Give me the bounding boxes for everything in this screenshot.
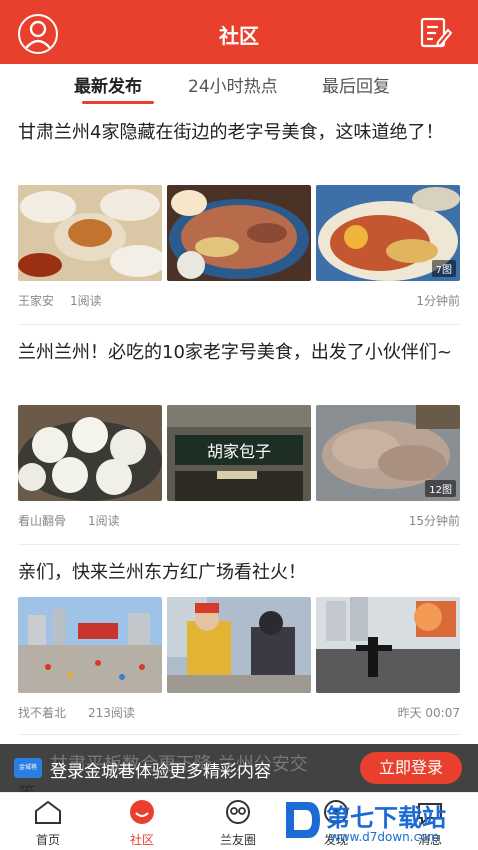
feed-tabs: 最新发布 24小时热点 最后回复: [0, 64, 478, 108]
tab-friends-circle[interactable]: 兰友圈: [208, 799, 268, 848]
home-icon: [35, 800, 61, 824]
post-divider: [18, 544, 460, 545]
post-read-count: 1阅读: [70, 294, 102, 308]
post-image[interactable]: 12图: [316, 405, 460, 501]
image-count-badge: 12图: [425, 480, 456, 497]
edit-icon[interactable]: [418, 16, 453, 50]
post-image[interactable]: [18, 405, 162, 501]
post-image[interactable]: 胡家包子: [167, 405, 311, 501]
post-card[interactable]: 兰州兰州！必吃的10家老字号美食，出发了小伙伴们~ 胡家包子 12图 看山翻骨 …: [18, 340, 460, 528]
friends-circle-icon: [226, 800, 250, 824]
login-prompt-banner: 甘肃平板数合更下降 兰州公安交 金城巷 登录金城巷体验更多精彩内容 立即登录: [0, 744, 478, 792]
login-button[interactable]: 立即登录: [360, 752, 462, 784]
tab-label: 兰友圈: [219, 833, 256, 847]
post-image[interactable]: [167, 185, 311, 281]
post-image[interactable]: [167, 597, 311, 693]
tab-last-reply[interactable]: 最后回复: [322, 72, 390, 104]
tab-latest[interactable]: 最新发布: [74, 72, 142, 104]
post-card[interactable]: 亲们，快来兰州东方红广场看社火！ 找不着北 213阅读 昨天 00:07: [18, 560, 460, 720]
post-image[interactable]: [18, 185, 162, 281]
watermark: 第七下载站 www.d7down.com: [282, 796, 478, 850]
tab-label: 首页: [35, 833, 60, 847]
image-count-badge: 7图: [431, 260, 456, 277]
post-thumbnails: 7图: [18, 185, 460, 281]
tab-home[interactable]: 首页: [18, 799, 78, 848]
post-image[interactable]: [316, 597, 460, 693]
shop-sign-text: 胡家包子: [207, 442, 271, 461]
page-title: 社区: [219, 24, 259, 48]
post-title[interactable]: 甘肃兰州4家隐藏在街边的老字号美食，这味道绝了！: [18, 120, 460, 146]
watermark-title: 第七下载站: [326, 804, 446, 832]
post-divider: [18, 324, 460, 325]
post-author[interactable]: 找不着北: [18, 704, 66, 721]
post-divider: [18, 734, 460, 735]
post-author[interactable]: 看山翻骨: [18, 512, 66, 529]
post-author[interactable]: 王家安: [18, 292, 54, 309]
tab-community[interactable]: 社区: [112, 799, 172, 848]
post-card[interactable]: 甘肃兰州4家隐藏在街边的老字号美食，这味道绝了！ 7图 王家安 1阅读 1分钟前: [18, 120, 460, 308]
login-prompt-text: 登录金城巷体验更多精彩内容: [50, 762, 271, 782]
tab-label: 社区: [129, 833, 154, 847]
post-image[interactable]: 7图: [316, 185, 460, 281]
active-tab-indicator: [82, 101, 154, 104]
app-logo-icon: 金城巷: [14, 758, 42, 778]
watermark-logo-icon: [286, 802, 320, 838]
post-read-count: 213阅读: [88, 706, 135, 720]
post-time: 15分钟前: [408, 514, 460, 528]
post-time: 1分钟前: [416, 294, 460, 308]
post-read-count: 1阅读: [88, 514, 120, 528]
watermark-url: www.d7down.com: [330, 830, 440, 844]
post-title[interactable]: 亲们，快来兰州东方红广场看社火！: [18, 560, 460, 586]
post-thumbnails: [18, 597, 460, 693]
community-icon: [130, 800, 154, 824]
tab-24h-hot[interactable]: 24小时热点: [188, 72, 278, 104]
top-bar: 社区: [0, 0, 478, 64]
post-thumbnails: 胡家包子 12图: [18, 405, 460, 501]
post-title[interactable]: 兰州兰州！必吃的10家老字号美食，出发了小伙伴们~: [18, 340, 460, 366]
post-image[interactable]: [18, 597, 162, 693]
post-time: 昨天 00:07: [397, 706, 460, 720]
